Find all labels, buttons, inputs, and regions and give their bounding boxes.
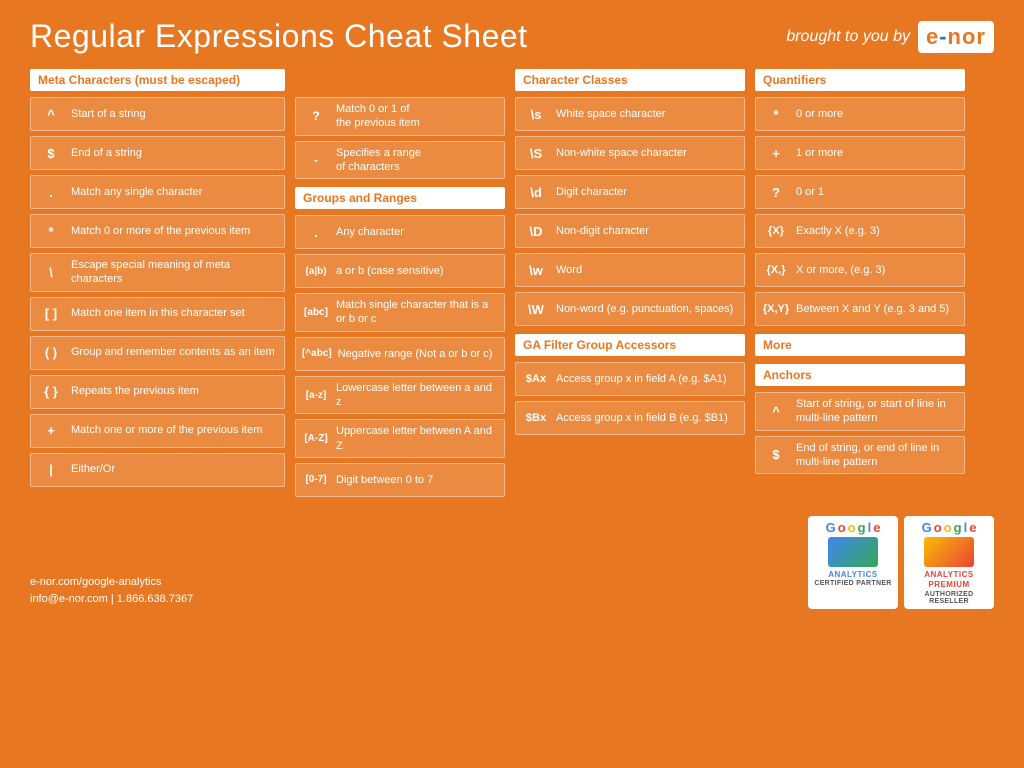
analytics-icon (828, 537, 878, 567)
list-item: \s White space character (515, 97, 745, 131)
list-item: ^ Start of a string (30, 97, 285, 131)
col4-section: Quantifiers * 0 or more + 1 or more ? 0 … (755, 69, 965, 479)
list-item: $ End of a string (30, 136, 285, 170)
list-item: [A-Z] Uppercase letter between A and Z (295, 419, 505, 458)
anchors-header: Anchors (755, 364, 965, 386)
list-item: {X,Y} Between X and Y (e.g. 3 and 5) (755, 292, 965, 326)
groups-ranges-header: Groups and Ranges (295, 187, 505, 209)
list-item: $Ax Access group x in field A (e.g. $A1) (515, 362, 745, 396)
list-item: ( ) Group and remember contents as an it… (30, 336, 285, 370)
google-logo-2: G o o g l e (922, 520, 977, 535)
google-analytics-badge: G o o g l e ANALYTICS CERTIFIED PARTNER (808, 516, 898, 609)
character-classes-header: Character Classes (515, 69, 745, 91)
badge-type-2: AUTHORIZED RESELLER (910, 591, 988, 605)
list-item: ? Match 0 or 1 ofthe previous item (295, 97, 505, 136)
badge-premium-label: ANALYTICS PREMIUM (910, 570, 988, 591)
footer: e-nor.com/google-analytics info@e-nor.co… (30, 512, 994, 609)
list-item: {X} Exactly X (e.g. 3) (755, 214, 965, 248)
more-header: More (755, 334, 965, 356)
list-item: [0-7] Digit between 0 to 7 (295, 463, 505, 497)
list-item: + 1 or more (755, 136, 965, 170)
list-item: \w Word (515, 253, 745, 287)
list-item: \W Non-word (e.g. punctuation, spaces) (515, 292, 745, 326)
analytics-premium-icon (924, 537, 974, 567)
list-item: $ End of string, or end of line in multi… (755, 436, 965, 475)
list-item: * 0 or more (755, 97, 965, 131)
list-item: [a-z] Lowercase letter between a and z (295, 376, 505, 415)
list-item: [^abc] Negative range (Not a or b or c) (295, 337, 505, 371)
badge-type: CERTIFIED PARTNER (814, 580, 891, 587)
col2-section: space ? Match 0 or 1 ofthe previous item… (295, 69, 505, 502)
footer-url: e-nor.com/google-analytics (30, 574, 193, 592)
list-item: {X,} X or more, (e.g. 3) (755, 253, 965, 287)
ga-filter-header: GA Filter Group Accessors (515, 334, 745, 356)
list-item: \D Non-digit character (515, 214, 745, 248)
footer-email: info@e-nor.com | 1.866.638.7367 (30, 591, 193, 609)
header: Regular Expressions Cheat Sheet brought … (30, 18, 994, 55)
header-brand: brought to you by e-nor (786, 21, 994, 53)
list-item: (a|b) a or b (case sensitive) (295, 254, 505, 288)
list-item: - Specifies a rangeof characters (295, 141, 505, 180)
page-title: Regular Expressions Cheat Sheet (30, 18, 528, 55)
list-item: \d Digit character (515, 175, 745, 209)
list-item: + Match one or more of the previous item (30, 414, 285, 448)
list-item: \S Non-white space character (515, 136, 745, 170)
footer-badges: G o o g l e ANALYTICS CERTIFIED PARTNER … (808, 516, 994, 609)
meta-characters-section: Meta Characters (must be escaped) ^ Star… (30, 69, 285, 492)
page: Regular Expressions Cheat Sheet brought … (0, 0, 1024, 768)
list-item: ^ Start of string, or start of line in m… (755, 392, 965, 431)
col3-section: Character Classes \s White space charact… (515, 69, 745, 440)
google-analytics-premium-badge: G o o g l e ANALYTICS PREMIUM AUTHORIZED… (904, 516, 994, 609)
brand-prefix: brought to you by (786, 28, 910, 46)
list-item: [ ] Match one item in this character set (30, 297, 285, 331)
footer-contact: e-nor.com/google-analytics info@e-nor.co… (30, 574, 193, 609)
list-item: | Either/Or (30, 453, 285, 487)
list-item: * Match 0 or more of the previous item (30, 214, 285, 248)
list-item: ? 0 or 1 (755, 175, 965, 209)
meta-characters-header: Meta Characters (must be escaped) (30, 69, 285, 91)
list-item: { } Repeats the previous item (30, 375, 285, 409)
google-logo: G o o g l e (826, 520, 881, 535)
list-item: . Match any single character (30, 175, 285, 209)
brand-logo: e-nor (918, 21, 994, 53)
list-item: . Any character (295, 215, 505, 249)
badge-label: ANALYTICS (828, 570, 878, 580)
quantifiers-header: Quantifiers (755, 69, 965, 91)
list-item: \ Escape special meaning of meta charact… (30, 253, 285, 292)
list-item: [abc] Match single character that is a o… (295, 293, 505, 332)
list-item: $Bx Access group x in field B (e.g. $B1) (515, 401, 745, 435)
